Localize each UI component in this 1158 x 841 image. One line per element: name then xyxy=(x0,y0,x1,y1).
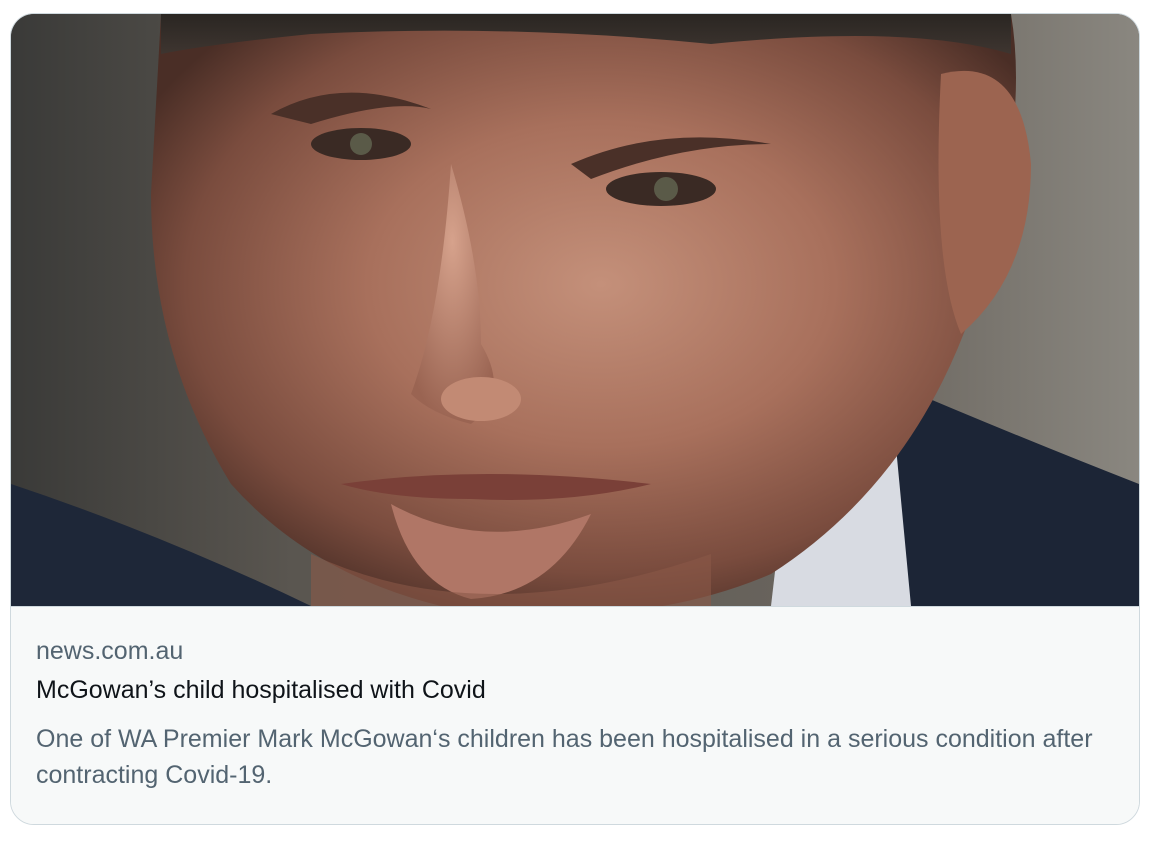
article-thumbnail-image[interactable] xyxy=(11,14,1139,606)
link-title: McGowan’s child hospitalised with Covid xyxy=(36,676,486,704)
link-description: One of WA Premier Mark McGowan‘s childre… xyxy=(36,725,1093,789)
portrait-photo xyxy=(11,14,1139,606)
link-preview-meta[interactable]: news.com.au McGowan’s child hospitalised… xyxy=(11,607,1139,824)
link-preview-card[interactable]: news.com.au McGowan’s child hospitalised… xyxy=(10,13,1140,825)
link-domain: news.com.au xyxy=(36,637,184,665)
